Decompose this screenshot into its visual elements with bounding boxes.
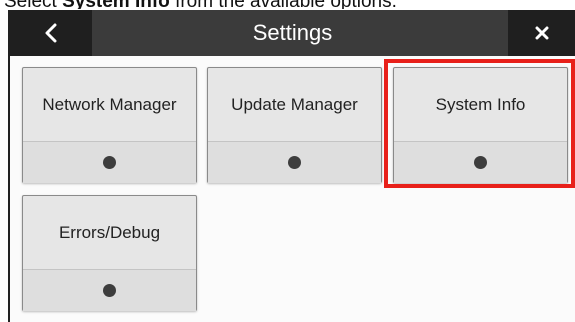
instruction-suffix: from the available options. bbox=[170, 0, 397, 9]
instruction-emphasis: System Info bbox=[62, 0, 170, 9]
page-title: Settings bbox=[252, 20, 333, 45]
tile-label: Update Manager bbox=[231, 95, 358, 114]
status-dot-icon bbox=[288, 156, 301, 169]
network-manager-tile[interactable]: Network Manager bbox=[22, 67, 197, 183]
close-button[interactable] bbox=[508, 10, 575, 56]
errors-debug-tile[interactable]: Errors/Debug bbox=[22, 195, 197, 311]
instruction-prefix: Select bbox=[4, 0, 62, 9]
update-manager-tile[interactable]: Update Manager bbox=[207, 67, 382, 183]
header-bar: Settings bbox=[10, 10, 575, 56]
close-icon bbox=[535, 26, 548, 40]
tile-footer bbox=[23, 269, 196, 311]
tile-label: Network Manager bbox=[42, 95, 177, 114]
tile-footer bbox=[23, 141, 196, 183]
instruction-text: Select System Info from the available op… bbox=[4, 0, 397, 9]
back-button[interactable] bbox=[10, 10, 92, 56]
status-dot-icon bbox=[103, 284, 116, 297]
status-dot-icon bbox=[103, 156, 116, 169]
tile-label: Errors/Debug bbox=[58, 223, 161, 242]
selection-highlight bbox=[384, 59, 575, 188]
tile-footer bbox=[208, 141, 381, 183]
chevron-left-icon bbox=[45, 23, 57, 43]
